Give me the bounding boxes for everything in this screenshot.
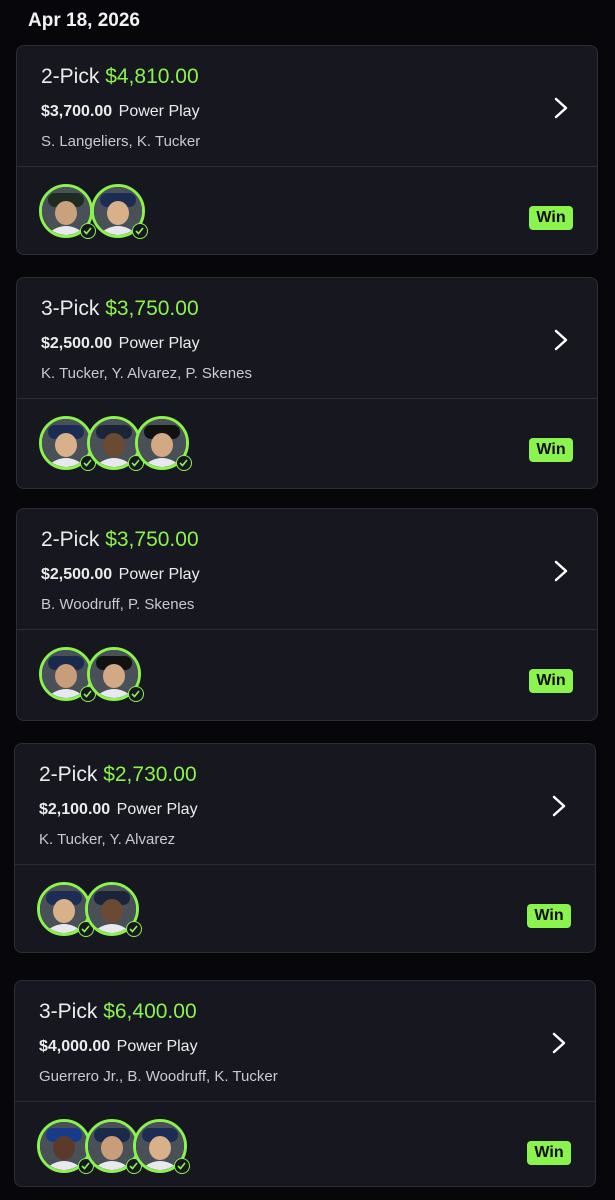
players-list: B. Woodruff, P. Skenes bbox=[41, 596, 195, 613]
card-title: 2-Pick $2,730.00 bbox=[39, 763, 197, 787]
payout-amount: $6,400.00 bbox=[103, 1000, 197, 1023]
chevron-right-icon[interactable] bbox=[549, 794, 569, 818]
entry-line: $4,000.00 Power Play bbox=[39, 1038, 198, 1056]
entry-amount: $2,500.00 bbox=[41, 335, 113, 352]
check-icon bbox=[176, 455, 192, 471]
players-list: S. Langeliers, K. Tucker bbox=[41, 133, 201, 150]
status-badge: Win bbox=[527, 1141, 571, 1165]
check-icon bbox=[80, 223, 96, 239]
entry-card[interactable]: 3-Pick $3,750.00 $2,500.00 Power Play K.… bbox=[16, 277, 598, 489]
divider bbox=[17, 166, 597, 167]
pick-count: 3-Pick bbox=[41, 297, 100, 320]
chevron-right-icon[interactable] bbox=[551, 559, 571, 583]
payout-amount: $3,750.00 bbox=[105, 297, 199, 320]
entry-line: $2,100.00 Power Play bbox=[39, 801, 198, 819]
divider bbox=[15, 864, 595, 865]
avatar bbox=[87, 647, 144, 702]
avatar bbox=[37, 882, 94, 937]
players-list: K. Tucker, Y. Alvarez bbox=[39, 831, 176, 848]
date-label: Apr 18, 2026 bbox=[28, 10, 140, 31]
entry-amount: $3,700.00 bbox=[41, 103, 113, 120]
payout-amount: $4,810.00 bbox=[105, 65, 199, 88]
entry-line: $2,500.00 Power Play bbox=[41, 566, 200, 584]
players-list: Guerrero Jr., B. Woodruff, K. Tucker bbox=[39, 1068, 278, 1085]
players-list: K. Tucker, Y. Alvarez, P. Skenes bbox=[41, 365, 252, 382]
pick-count: 2-Pick bbox=[39, 763, 98, 786]
divider bbox=[17, 629, 597, 630]
card-title: 3-Pick $3,750.00 bbox=[41, 297, 199, 321]
pick-count: 2-Pick bbox=[41, 65, 100, 88]
check-icon bbox=[174, 1158, 190, 1174]
status-badge: Win bbox=[527, 904, 571, 928]
avatar bbox=[133, 1119, 190, 1174]
entry-line: $3,700.00 Power Play bbox=[41, 103, 200, 121]
avatar bbox=[37, 1119, 94, 1174]
chevron-right-icon[interactable] bbox=[551, 328, 571, 352]
status-badge: Win bbox=[529, 206, 573, 230]
avatar bbox=[85, 1119, 142, 1174]
avatar bbox=[135, 416, 192, 471]
avatar bbox=[85, 882, 142, 937]
entry-line: $2,500.00 Power Play bbox=[41, 335, 200, 353]
chevron-right-icon[interactable] bbox=[549, 1031, 569, 1055]
status-badge: Win bbox=[529, 669, 573, 693]
avatar bbox=[91, 184, 148, 239]
card-title: 3-Pick $6,400.00 bbox=[39, 1000, 197, 1024]
entry-card[interactable]: 2-Pick $2,730.00 $2,100.00 Power Play K.… bbox=[14, 743, 596, 953]
entry-card[interactable]: 3-Pick $6,400.00 $4,000.00 Power Play Gu… bbox=[14, 980, 596, 1187]
play-type: Power Play bbox=[116, 1038, 198, 1055]
status-badge: Win bbox=[529, 438, 573, 462]
payout-amount: $2,730.00 bbox=[103, 763, 197, 786]
check-icon bbox=[128, 686, 144, 702]
entry-amount: $2,500.00 bbox=[41, 566, 113, 583]
pick-count: 2-Pick bbox=[41, 528, 100, 551]
entry-card[interactable]: 2-Pick $4,810.00 $3,700.00 Power Play S.… bbox=[16, 45, 598, 255]
play-type: Power Play bbox=[118, 335, 200, 352]
divider bbox=[17, 398, 597, 399]
avatar bbox=[39, 416, 96, 471]
entry-amount: $4,000.00 bbox=[39, 1038, 111, 1055]
avatar bbox=[39, 647, 96, 702]
entry-amount: $2,100.00 bbox=[39, 801, 111, 818]
divider bbox=[15, 1101, 595, 1102]
check-icon bbox=[132, 223, 148, 239]
play-type: Power Play bbox=[118, 103, 200, 120]
avatar bbox=[87, 416, 144, 471]
payout-amount: $3,750.00 bbox=[105, 528, 199, 551]
header: Apr 18, 2026 bbox=[0, 0, 615, 40]
pick-count: 3-Pick bbox=[39, 1000, 98, 1023]
card-title: 2-Pick $4,810.00 bbox=[41, 65, 199, 89]
entry-card[interactable]: 2-Pick $3,750.00 $2,500.00 Power Play B.… bbox=[16, 508, 598, 721]
play-type: Power Play bbox=[116, 801, 198, 818]
card-title: 2-Pick $3,750.00 bbox=[41, 528, 199, 552]
check-icon bbox=[126, 921, 142, 937]
avatar bbox=[39, 184, 96, 239]
play-type: Power Play bbox=[118, 566, 200, 583]
chevron-right-icon[interactable] bbox=[551, 96, 571, 120]
